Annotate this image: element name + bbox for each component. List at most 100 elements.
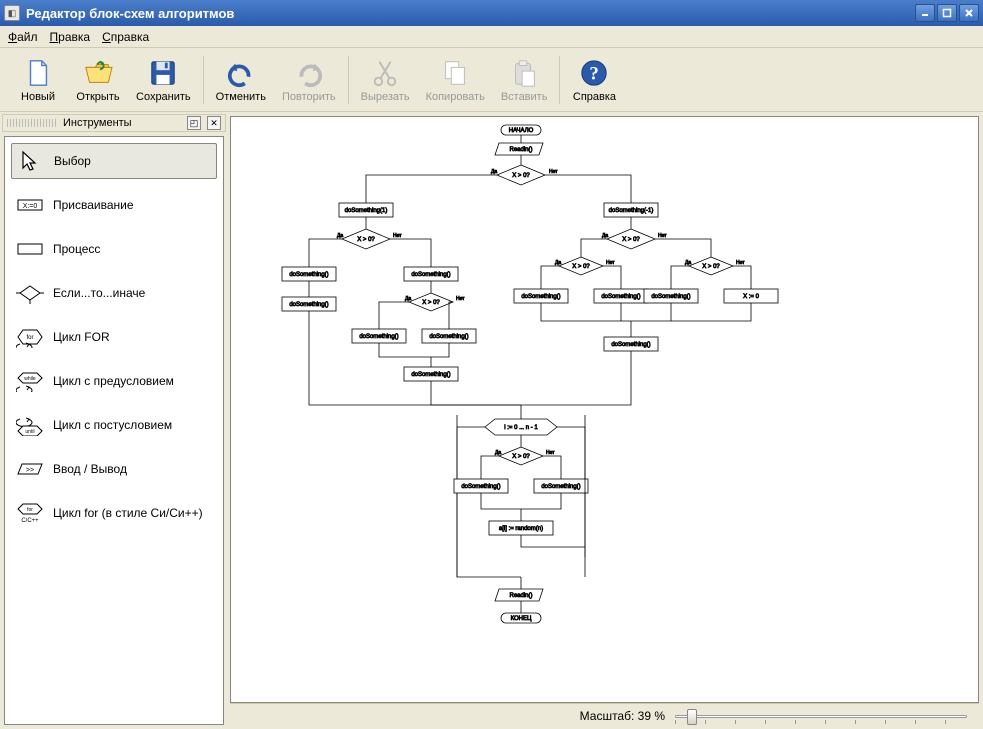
svg-text:X > 0?: X > 0? xyxy=(702,264,720,270)
tool-process-label: Процесс xyxy=(53,242,100,256)
tool-select[interactable]: Выбор xyxy=(11,143,217,179)
panel-float-button[interactable]: ◰ xyxy=(187,116,201,130)
tool-assign-label: Присваивание xyxy=(53,198,134,212)
svg-text:doSomething(): doSomething() xyxy=(359,334,398,340)
cut-label: Вырезать xyxy=(361,91,410,103)
svg-text:doSomething(): doSomething() xyxy=(521,294,560,300)
process-icon xyxy=(15,237,45,261)
svg-text:doSomething(): doSomething() xyxy=(541,484,580,490)
svg-text:X > 0?: X > 0? xyxy=(512,173,530,179)
tool-if[interactable]: Если...то...иначе xyxy=(11,275,217,311)
menu-help[interactable]: Справка xyxy=(102,30,149,44)
cursor-icon xyxy=(16,149,46,173)
svg-text:X > 0?: X > 0? xyxy=(572,264,590,270)
copy-button[interactable]: Копировать xyxy=(418,51,493,109)
svg-text:X > 0?: X > 0? xyxy=(422,300,440,306)
assign-icon: X:=0 xyxy=(15,193,45,217)
scissors-icon xyxy=(369,57,401,89)
open-button[interactable]: Открыть xyxy=(68,51,128,109)
new-button[interactable]: Новый xyxy=(8,51,68,109)
svg-text:X := 0: X := 0 xyxy=(743,294,760,300)
svg-text:doSomething(): doSomething() xyxy=(461,484,500,490)
svg-text:for: for xyxy=(26,335,33,341)
tool-assign[interactable]: X:=0 Присваивание xyxy=(11,187,217,223)
svg-text:X > 0?: X > 0? xyxy=(357,237,375,243)
svg-text:Нет: Нет xyxy=(393,233,402,239)
help-button[interactable]: ? Справка xyxy=(564,51,624,109)
tool-for[interactable]: for Цикл FOR xyxy=(11,319,217,355)
svg-text:Да: Да xyxy=(555,260,561,266)
toolbar-separator xyxy=(203,56,204,104)
tool-for-label: Цикл FOR xyxy=(53,330,110,344)
svg-text:Нет: Нет xyxy=(606,260,615,266)
undo-button[interactable]: Отменить xyxy=(208,51,274,109)
svg-text:Нет: Нет xyxy=(658,233,667,239)
tool-cfor-label: Цикл for (в стиле Си/Си++) xyxy=(53,506,203,520)
app-icon: ◧ xyxy=(4,5,20,21)
toolbox: Выбор X:=0 Присваивание Процесс Если...т… xyxy=(4,136,224,725)
redo-button[interactable]: Повторить xyxy=(274,51,344,109)
svg-text:doSomething(): doSomething() xyxy=(411,272,450,278)
toolbar-separator xyxy=(348,56,349,104)
while-icon: while xyxy=(15,369,45,393)
panel-close-button[interactable]: ✕ xyxy=(207,116,221,130)
svg-text:doSomething(): doSomething() xyxy=(411,372,450,378)
help-icon: ? xyxy=(578,57,610,89)
redo-label: Повторить xyxy=(282,91,336,103)
zoom-slider[interactable] xyxy=(671,707,971,725)
svg-text:X:=0: X:=0 xyxy=(23,203,38,210)
save-label: Сохранить xyxy=(136,91,191,103)
svg-text:>>: >> xyxy=(26,467,34,474)
redo-icon xyxy=(293,57,325,89)
statusbar: Масштаб: 39 % xyxy=(230,703,979,727)
cfor-icon: forC/C++ xyxy=(15,501,45,525)
grip-icon xyxy=(7,119,57,127)
close-button[interactable] xyxy=(959,4,979,22)
svg-text:i := 0 ... n - 1: i := 0 ... n - 1 xyxy=(504,425,538,431)
svg-text:НАЧАЛО: НАЧАЛО xyxy=(509,128,534,134)
tool-while[interactable]: while Цикл с предусловием xyxy=(11,363,217,399)
tool-while-label: Цикл с предусловием xyxy=(53,374,174,388)
svg-text:until: until xyxy=(25,429,34,435)
svg-text:Нет: Нет xyxy=(736,260,745,266)
open-folder-icon xyxy=(82,57,114,89)
tool-until[interactable]: until Цикл с постусловием xyxy=(11,407,217,443)
copy-icon xyxy=(439,57,471,89)
svg-text:Нет: Нет xyxy=(549,169,558,175)
svg-text:Readln(): Readln() xyxy=(509,593,532,599)
paste-button[interactable]: Вставить xyxy=(493,51,556,109)
svg-text:Readln(): Readln() xyxy=(509,147,532,153)
svg-text:doSomething(): doSomething() xyxy=(289,272,328,278)
help-label: Справка xyxy=(573,91,616,103)
tool-until-label: Цикл с постусловием xyxy=(53,418,172,432)
svg-text:while: while xyxy=(24,376,36,382)
paste-icon xyxy=(508,57,540,89)
tool-io[interactable]: >> Ввод / Вывод xyxy=(11,451,217,487)
svg-text:Да: Да xyxy=(602,233,608,239)
tool-process[interactable]: Процесс xyxy=(11,231,217,267)
menu-edit[interactable]: Правка xyxy=(50,30,91,44)
svg-text:doSomething(): doSomething() xyxy=(611,342,650,348)
maximize-button[interactable] xyxy=(937,4,957,22)
window-title: Редактор блок-схем алгоритмов xyxy=(26,6,915,21)
svg-text:doSomething(): doSomething() xyxy=(289,302,328,308)
toolbar-separator xyxy=(559,56,560,104)
menu-file[interactable]: Файл xyxy=(8,30,38,44)
svg-text:doSomething(1): doSomething(1) xyxy=(345,208,388,214)
save-disk-icon xyxy=(147,57,179,89)
instruments-panel: Инструменты ◰ ✕ Выбор X:=0 Присваивание xyxy=(0,112,228,729)
new-label: Новый xyxy=(21,91,55,103)
save-button[interactable]: Сохранить xyxy=(128,51,199,109)
instruments-header: Инструменты ◰ ✕ xyxy=(2,114,226,132)
svg-text:X > 0?: X > 0? xyxy=(622,237,640,243)
if-icon xyxy=(15,281,45,305)
flowchart-canvas[interactable]: НАЧАЛО Readln() X > 0? Да Нет doSomethin… xyxy=(230,116,979,703)
svg-text:doSomething(): doSomething() xyxy=(429,334,468,340)
toolbar: Новый Открыть Сохранить Отменить Повтори… xyxy=(0,48,983,112)
minimize-button[interactable] xyxy=(915,4,935,22)
new-file-icon xyxy=(22,57,54,89)
svg-text:Да: Да xyxy=(685,260,691,266)
svg-text:Нет: Нет xyxy=(456,296,465,302)
cut-button[interactable]: Вырезать xyxy=(353,51,418,109)
tool-cfor[interactable]: forC/C++ Цикл for (в стиле Си/Си++) xyxy=(11,495,217,531)
